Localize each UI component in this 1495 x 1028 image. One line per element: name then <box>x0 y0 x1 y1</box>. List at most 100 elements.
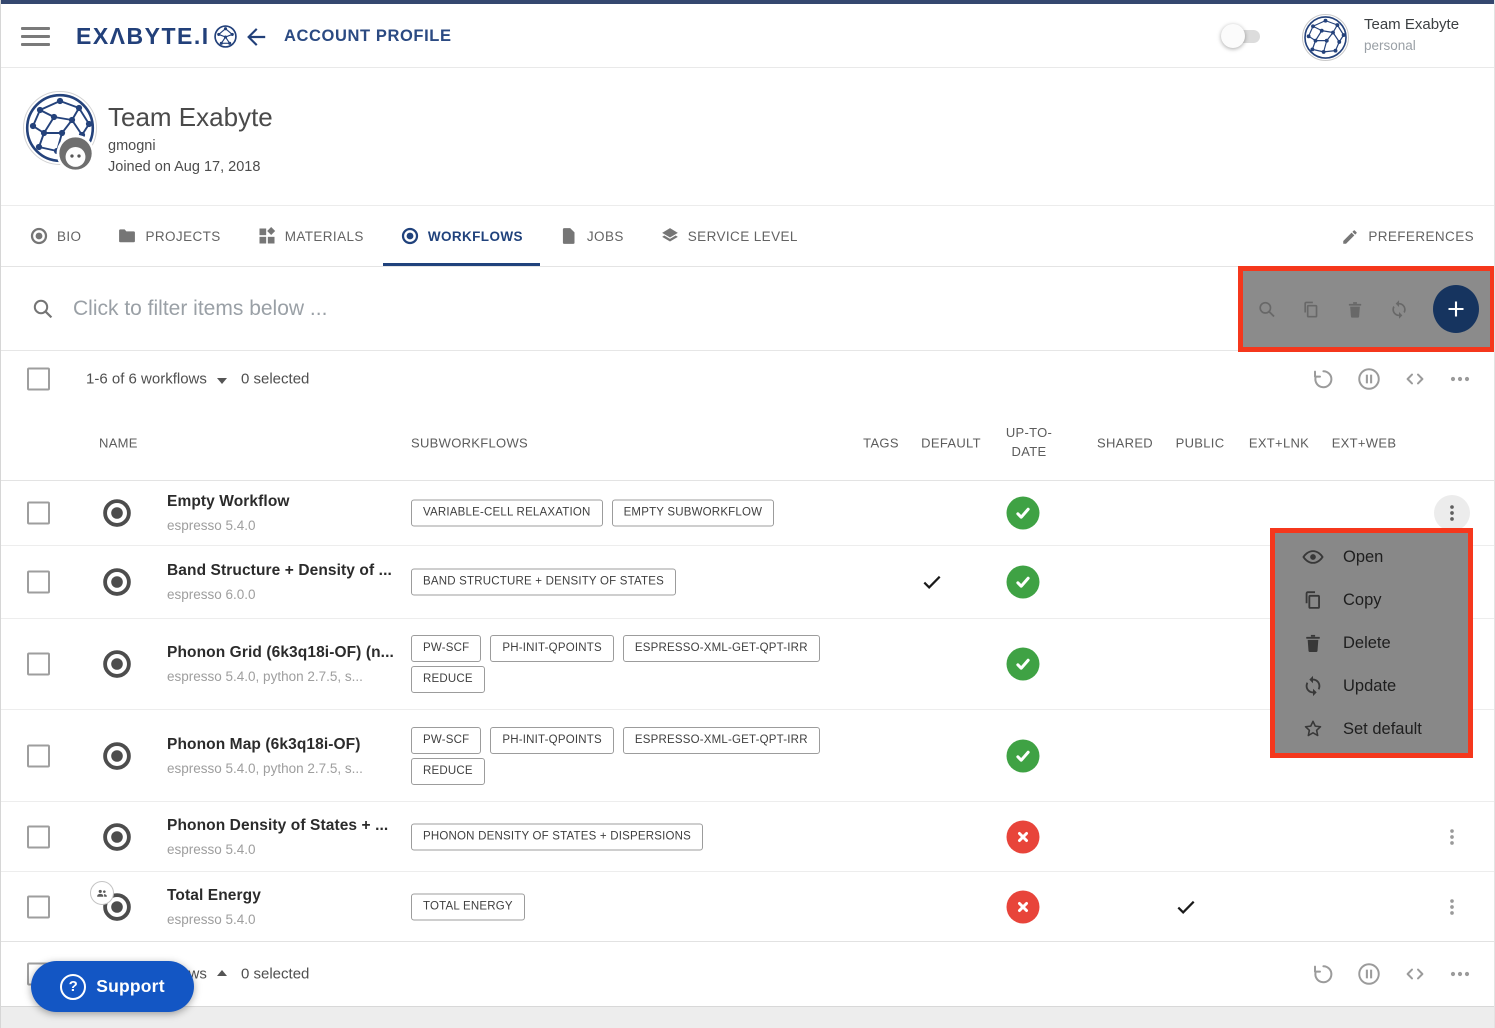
workflow-name: Band Structure + Density of ... <box>167 562 392 580</box>
pagination-range[interactable]: 1-6 of 6 workflows <box>86 370 207 387</box>
copy-icon[interactable] <box>1301 299 1321 320</box>
menu-item-update[interactable]: Update <box>1275 665 1468 708</box>
workflow-name: Phonon Grid (6k3q18i-OF) (n... <box>167 644 394 662</box>
menu-item-set-default[interactable]: Set default <box>1275 708 1468 751</box>
uptodate-check-badge <box>1007 497 1040 530</box>
workflow-subtitle: espresso 5.4.0, python 2.7.5, s... <box>167 669 394 684</box>
profile-tab-bar: BIO PROJECTS MATERIALS WORKFLOWS JOBS SE… <box>1 206 1494 267</box>
row-checkbox[interactable] <box>27 896 50 919</box>
menu-item-label: Delete <box>1343 634 1391 653</box>
kebab-menu-icon <box>1441 896 1463 918</box>
tab-materials[interactable]: MATERIALS <box>257 206 364 266</box>
copy-icon <box>1302 589 1324 611</box>
tab-service-level[interactable]: SERVICE LEVEL <box>660 206 798 266</box>
row-checkbox[interactable] <box>27 571 50 594</box>
add-button[interactable] <box>1433 285 1479 333</box>
tab-workflows[interactable]: WORKFLOWS <box>400 206 523 266</box>
table-header-row: NAME SUBWORKFLOWS TAGS DEFAULT UP-TO-DAT… <box>1 406 1494 481</box>
view-toggle[interactable] <box>1223 28 1263 44</box>
col-name: NAME <box>99 436 138 451</box>
tab-jobs[interactable]: JOBS <box>559 206 624 266</box>
table-row[interactable]: Phonon Density of States + ... espresso … <box>1 802 1494 872</box>
logo-globe-icon <box>213 24 238 49</box>
pause-circle-icon[interactable] <box>1356 961 1382 987</box>
menu-item-label: Update <box>1343 677 1396 696</box>
outdated-x-badge <box>1007 891 1040 924</box>
delete-icon <box>1302 632 1324 654</box>
workflow-name: Phonon Map (6k3q18i-OF) <box>167 736 363 754</box>
more-horiz-icon[interactable] <box>1448 367 1472 391</box>
delete-icon[interactable] <box>1345 299 1365 320</box>
uptodate-check-badge <box>1007 566 1040 599</box>
target-icon <box>29 226 49 246</box>
tab-projects[interactable]: PROJECTS <box>117 206 220 266</box>
table-row[interactable]: Total Energy espresso 5.4.0 TOTAL ENERGY <box>1 872 1494 942</box>
update-icon[interactable] <box>1389 299 1409 320</box>
workflow-name: Phonon Density of States + ... <box>167 817 388 835</box>
tab-label: WORKFLOWS <box>428 229 523 244</box>
subworkflow-chip: ESPRESSO-XML-GET-QPT-IRR <box>623 635 820 662</box>
check-icon <box>1014 573 1033 592</box>
row-checkbox[interactable] <box>27 744 50 767</box>
account-avatar[interactable] <box>1302 14 1349 61</box>
row-checkbox[interactable] <box>27 825 50 848</box>
workflow-subtitle: espresso 5.4.0 <box>167 518 290 533</box>
tab-label: MATERIALS <box>285 229 364 244</box>
subworkflow-chip: PH-INIT-QPOINTS <box>490 635 613 662</box>
molecule-avatar-icon <box>1303 15 1348 60</box>
workflow-name: Empty Workflow <box>167 493 290 511</box>
uptodate-check-badge <box>1007 648 1040 681</box>
tab-label: JOBS <box>587 229 624 244</box>
col-public: PUBLIC <box>1176 436 1225 451</box>
star-icon <box>1302 718 1324 740</box>
undo-icon[interactable] <box>1311 962 1335 986</box>
profile-avatar <box>23 91 97 165</box>
tab-bio[interactable]: BIO <box>29 206 81 266</box>
exabyte-logo[interactable]: EXΛBYTE.I <box>76 4 238 68</box>
back-arrow-icon[interactable] <box>243 24 269 50</box>
preferences-label: PREFERENCES <box>1368 229 1474 244</box>
more-horiz-icon[interactable] <box>1448 962 1472 986</box>
kebab-menu-button[interactable] <box>1434 495 1470 531</box>
subworkflow-chip: PW-SCF <box>411 727 481 754</box>
layers-icon <box>660 226 680 246</box>
subworkflow-chip: PW-SCF <box>411 635 481 662</box>
profile-header: Team Exabyte gmogni Joined on Aug 17, 20… <box>1 69 1494 206</box>
code-icon[interactable] <box>1403 962 1427 986</box>
eye-icon <box>1302 546 1324 568</box>
code-icon[interactable] <box>1403 367 1427 391</box>
search-icon <box>31 297 55 321</box>
outdated-x-badge <box>1007 820 1040 853</box>
filter-input[interactable] <box>73 289 773 329</box>
subworkflow-chip: REDUCE <box>411 666 485 693</box>
undo-icon[interactable] <box>1311 367 1335 391</box>
row-checkbox[interactable] <box>27 653 50 676</box>
account-menu[interactable]: Team Exabyte personal <box>1364 16 1459 53</box>
support-button[interactable]: ? Support <box>31 961 194 1012</box>
check-icon <box>1014 746 1033 765</box>
target-icon <box>400 226 420 246</box>
row-context-menu: Open Copy Delete Update Set default <box>1270 528 1473 758</box>
workflow-subtitle: espresso 5.4.0 <box>167 842 388 857</box>
workflow-target-icon <box>100 496 134 530</box>
menu-item-open[interactable]: Open <box>1275 536 1468 579</box>
folder-icon <box>117 226 137 246</box>
col-shared: SHARED <box>1097 436 1153 451</box>
workflow-subtitle: espresso 5.4.0 <box>167 912 261 927</box>
select-all-checkbox[interactable] <box>27 367 50 390</box>
menu-item-delete[interactable]: Delete <box>1275 622 1468 665</box>
hamburger-menu-icon[interactable] <box>21 27 50 46</box>
default-check-icon <box>921 571 943 593</box>
menu-item-copy[interactable]: Copy <box>1275 579 1468 622</box>
row-checkbox[interactable] <box>27 502 50 525</box>
group-icon <box>95 886 109 900</box>
col-subworkflows: SUBWORKFLOWS <box>411 436 528 451</box>
col-default: DEFAULT <box>921 436 981 451</box>
kebab-menu-button[interactable] <box>1434 819 1470 855</box>
kebab-menu-button[interactable] <box>1434 889 1470 925</box>
pause-circle-icon[interactable] <box>1356 366 1382 392</box>
add-icon <box>1444 297 1468 321</box>
preferences-button[interactable]: PREFERENCES <box>1341 206 1474 267</box>
search-icon[interactable] <box>1257 299 1277 320</box>
toggle-knob <box>1221 24 1245 48</box>
